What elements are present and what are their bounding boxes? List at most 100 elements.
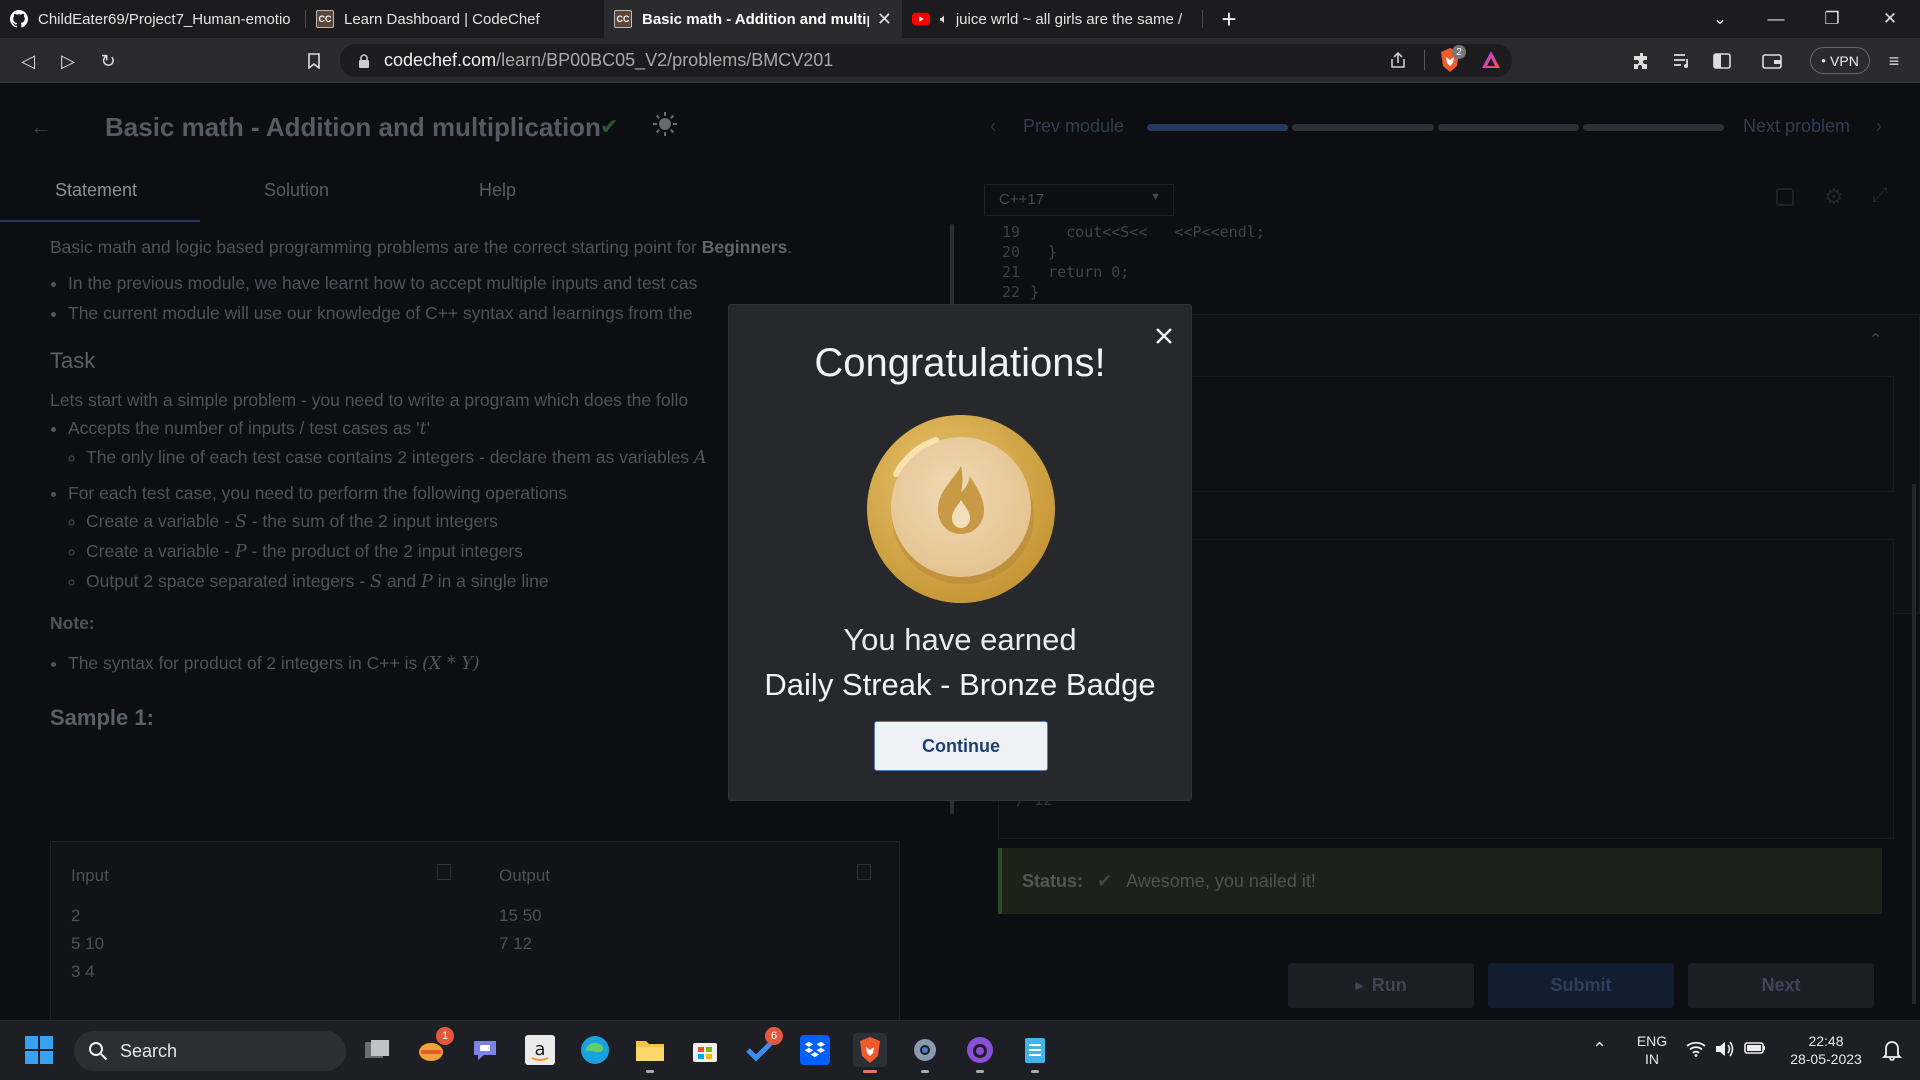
browser-toolbar: ◁ ▷ ↻ codechef.com/learn/BP00BC05_V2/pro… (0, 38, 1920, 83)
collapse-chevron-icon[interactable]: ⌃ (1868, 330, 1883, 351)
menu-icon[interactable]: ≡ (1880, 47, 1908, 75)
tab-search-chevron-icon[interactable]: ⌄ (1692, 0, 1748, 38)
problem-title: Basic math - Addition and multiplication (105, 112, 601, 142)
tab-title: ChildEater69/Project7_Human-emotio (38, 10, 291, 28)
settings-icon[interactable] (908, 1033, 942, 1073)
back-arrow-icon[interactable]: ← (30, 114, 52, 140)
prev-module-link[interactable]: Prev module (1023, 116, 1124, 137)
volume-icon[interactable] (1714, 1040, 1734, 1063)
vpn-button[interactable]: ● VPN (1810, 47, 1870, 74)
codechef-icon: CC (614, 10, 632, 28)
continue-button[interactable]: Continue (874, 721, 1048, 771)
back-button[interactable]: ◁ (14, 47, 42, 75)
wallet-icon[interactable] (1758, 47, 1786, 75)
progress-segment (1292, 124, 1434, 131)
url-path: /learn/BP00BC05_V2/problems/BMCV201 (496, 50, 834, 70)
solved-check-icon: ✔ (600, 114, 619, 139)
todo-icon[interactable]: 6 (743, 1027, 783, 1067)
edge-browser-icon[interactable] (578, 1033, 612, 1067)
copy-input-icon[interactable] (437, 864, 451, 880)
url-host: codechef.com (384, 50, 497, 70)
minimize-button[interactable]: — (1748, 0, 1804, 38)
shield-count-badge: 2 (1452, 45, 1466, 59)
tab-statement[interactable]: Statement (55, 180, 137, 201)
clock[interactable]: 22:48 28-05-2023 (1780, 1032, 1872, 1068)
browser-tab-basic-math[interactable]: CC Basic math - Addition and multipl ✕ (604, 0, 902, 38)
youtube-icon (912, 10, 930, 28)
brave-shields-icon[interactable]: 2 (1438, 45, 1466, 78)
tray-overflow-chevron-icon[interactable]: ⌃ (1592, 1039, 1607, 1060)
progress-segment (1437, 124, 1579, 131)
next-problem-link[interactable]: Next problem (1743, 116, 1850, 137)
browser-tab-learn-dashboard[interactable]: CC Learn Dashboard | CodeChef (306, 0, 604, 38)
taskbar-search[interactable]: Search (74, 1031, 346, 1071)
earned-text: You have earned (843, 622, 1077, 657)
close-window-button[interactable]: ✕ (1862, 0, 1918, 38)
address-bar[interactable]: codechef.com/learn/BP00BC05_V2/problems/… (340, 44, 1512, 77)
close-tab-icon[interactable]: ✕ (877, 9, 892, 30)
sample-input-label: Input (71, 866, 109, 885)
tab-title: juice wrld ~ all girls are the same / (955, 10, 1183, 28)
windows-start-icon[interactable] (22, 1033, 56, 1067)
next-button[interactable]: Next (1688, 963, 1874, 1008)
widgets-icon[interactable]: 1 (414, 1027, 454, 1067)
amazon-icon[interactable]: a (523, 1033, 557, 1067)
windows-taskbar: Search 1 a 6 ⌃ ENG IN 22:48 28-05-2023 (0, 1020, 1920, 1080)
submit-button[interactable]: Submit (1488, 963, 1674, 1008)
microsoft-store-icon[interactable] (688, 1033, 722, 1067)
search-icon (89, 1042, 108, 1061)
statement-bullet: In the previous module, we have learnt h… (68, 270, 930, 296)
reload-button[interactable]: ↻ (94, 47, 122, 75)
lock-icon (359, 53, 369, 68)
brave-rewards-icon[interactable] (1480, 49, 1502, 76)
notifications-icon[interactable] (1881, 1039, 1903, 1066)
extensions-icon[interactable] (1628, 47, 1656, 75)
teams-chat-icon[interactable] (468, 1033, 502, 1067)
task-view-icon[interactable] (360, 1033, 394, 1067)
reset-code-icon[interactable] (1776, 188, 1794, 206)
sample-output-label: Output (499, 866, 551, 885)
editor-scrollbar[interactable] (1912, 484, 1916, 1004)
language-indicator[interactable]: ENG IN (1632, 1032, 1672, 1068)
sidebar-toggle-icon[interactable] (1708, 47, 1736, 75)
next-chevron-icon[interactable]: › (1876, 116, 1882, 137)
bookmark-icon[interactable] (300, 47, 328, 75)
sample-output-values: 15 50 7 12 (499, 906, 542, 953)
settings-gear-icon[interactable]: ⚙ (1824, 184, 1844, 210)
playlist-icon[interactable] (1668, 47, 1696, 75)
bronze-badge-icon (867, 415, 1055, 603)
github-desktop-icon[interactable] (963, 1033, 997, 1073)
status-banner: Status: ✔ Awesome, you nailed it! (998, 848, 1882, 914)
congratulations-modal: Congratulations! You have earned Daily S… (728, 304, 1192, 801)
fullscreen-icon[interactable]: ⤢ (1872, 184, 1888, 207)
github-icon (10, 10, 28, 28)
sample-input-values: 25 10 3 4 (71, 906, 105, 981)
tab-title: Learn Dashboard | CodeChef (344, 10, 540, 28)
new-tab-button[interactable]: + (1214, 4, 1244, 34)
restore-button[interactable]: ❐ (1804, 0, 1860, 38)
progress-segment (1147, 124, 1289, 131)
share-icon[interactable] (1388, 50, 1408, 75)
brave-browser-icon[interactable] (853, 1033, 887, 1073)
prev-chevron-icon[interactable]: ‹ (990, 116, 996, 137)
status-text: Awesome, you nailed it! (1126, 870, 1316, 891)
active-tab-indicator (0, 220, 200, 222)
browser-tab-strip: ChildEater69/Project7_Human-emotio CC Le… (0, 0, 1920, 38)
theme-toggle-icon[interactable] (652, 111, 678, 137)
notepad-icon[interactable] (1018, 1033, 1052, 1073)
file-explorer-icon[interactable] (633, 1033, 667, 1073)
dropbox-icon[interactable] (798, 1033, 832, 1067)
battery-icon[interactable] (1744, 1040, 1766, 1061)
run-button[interactable]: ▶ Run (1288, 963, 1474, 1008)
tab-solution[interactable]: Solution (264, 180, 329, 201)
wifi-icon[interactable] (1686, 1041, 1706, 1062)
copy-output-icon[interactable] (857, 864, 871, 880)
forward-button[interactable]: ▷ (54, 47, 82, 75)
modal-title: Congratulations! (814, 341, 1106, 385)
browser-tab-youtube[interactable]: 🔈︎ juice wrld ~ all girls are the same / (902, 0, 1202, 38)
tab-help[interactable]: Help (479, 180, 516, 201)
browser-tab-github[interactable]: ChildEater69/Project7_Human-emotio (0, 0, 305, 38)
speaker-icon[interactable]: 🔈︎ (940, 11, 948, 27)
language-select[interactable]: C++17 ▼ (984, 184, 1174, 216)
badge-name: Daily Streak - Bronze Badge (764, 667, 1156, 702)
